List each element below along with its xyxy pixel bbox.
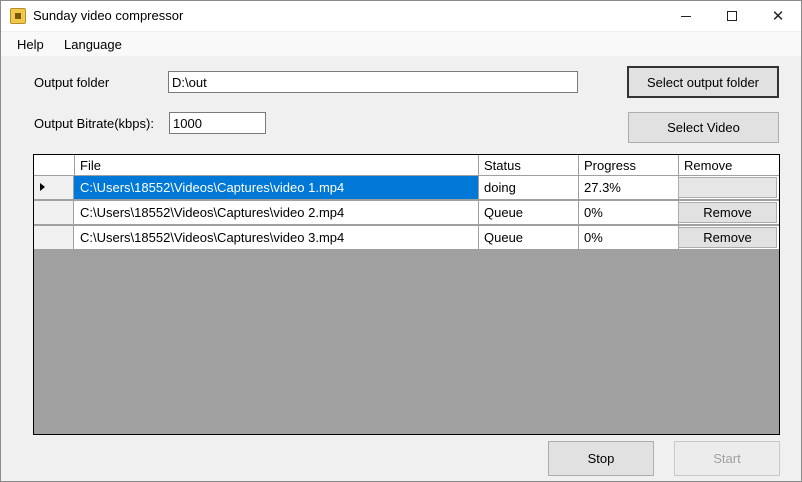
menu-language[interactable]: Language — [64, 37, 122, 52]
close-icon: ✕ — [771, 8, 785, 25]
select-video-button[interactable]: Select Video — [628, 112, 779, 143]
remove-button[interactable] — [678, 177, 777, 198]
output-folder-field[interactable]: D:\out — [168, 71, 578, 93]
remove-button[interactable]: Remove — [678, 227, 777, 248]
maximize-button[interactable] — [709, 1, 755, 31]
cell-file[interactable]: C:\Users\18552\Videos\Captures\video 1.m… — [74, 176, 479, 199]
main-window: Sunday video compressor ✕ Help Language … — [0, 0, 802, 482]
header-remove[interactable]: Remove — [678, 155, 779, 175]
cell-progress[interactable]: 0% — [578, 201, 679, 224]
menu-help[interactable]: Help — [17, 37, 44, 52]
minimize-button[interactable] — [663, 1, 709, 31]
current-row-icon — [40, 183, 45, 191]
stop-button[interactable]: Stop — [548, 441, 654, 476]
row-header[interactable] — [34, 201, 74, 224]
select-output-folder-button[interactable]: Select output folder — [627, 66, 779, 98]
start-button[interactable]: Start — [674, 441, 780, 476]
window-title: Sunday video compressor — [33, 8, 184, 23]
video-grid: File Status Progress Remove C:\Users\185… — [33, 154, 780, 435]
cell-file[interactable]: C:\Users\18552\Videos\Captures\video 3.m… — [74, 226, 479, 249]
header-progress[interactable]: Progress — [578, 155, 679, 175]
table-row[interactable]: C:\Users\18552\Videos\Captures\video 2.m… — [34, 201, 779, 225]
row-header[interactable] — [34, 176, 74, 199]
menu-bar: Help Language — [1, 32, 801, 56]
bitrate-label: Output Bitrate(kbps): — [34, 116, 154, 131]
maximize-icon — [727, 11, 737, 21]
output-folder-label: Output folder — [34, 75, 110, 90]
cell-progress[interactable]: 0% — [578, 226, 679, 249]
cell-status[interactable]: doing — [478, 176, 579, 199]
row-header-corner — [34, 155, 75, 175]
title-bar[interactable]: Sunday video compressor ✕ — [1, 1, 801, 31]
minimize-icon — [681, 15, 691, 17]
cell-status[interactable]: Queue — [478, 201, 579, 224]
close-button[interactable]: ✕ — [755, 1, 801, 31]
cell-status[interactable]: Queue — [478, 226, 579, 249]
bitrate-field[interactable]: 1000 — [169, 112, 266, 134]
table-row[interactable]: C:\Users\18552\Videos\Captures\video 1.m… — [34, 176, 779, 200]
table-row[interactable]: C:\Users\18552\Videos\Captures\video 3.m… — [34, 226, 779, 250]
app-icon — [10, 8, 26, 24]
header-status[interactable]: Status — [478, 155, 579, 175]
header-file[interactable]: File — [74, 155, 479, 175]
row-header[interactable] — [34, 226, 74, 249]
cell-progress[interactable]: 27.3% — [578, 176, 679, 199]
grid-header: File Status Progress Remove — [34, 155, 779, 176]
cell-file[interactable]: C:\Users\18552\Videos\Captures\video 2.m… — [74, 201, 479, 224]
remove-button[interactable]: Remove — [678, 202, 777, 223]
